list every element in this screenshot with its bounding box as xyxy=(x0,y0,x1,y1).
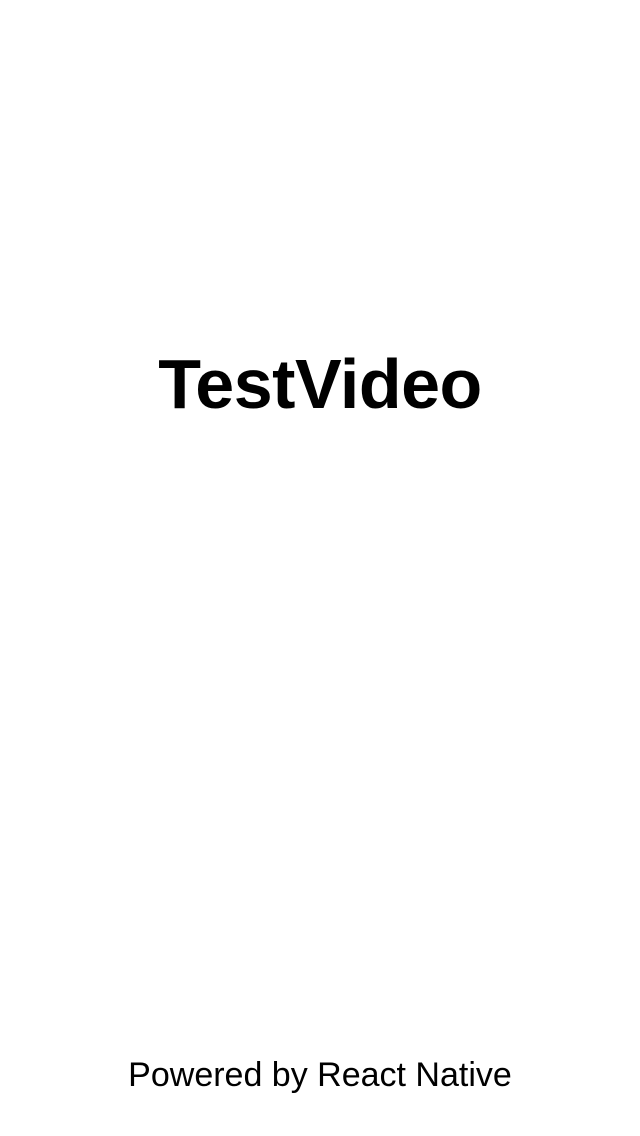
powered-by-footer: Powered by React Native xyxy=(128,1056,512,1094)
launch-screen: TestVideo Powered by React Native xyxy=(0,0,640,1136)
app-title: TestVideo xyxy=(158,345,482,423)
